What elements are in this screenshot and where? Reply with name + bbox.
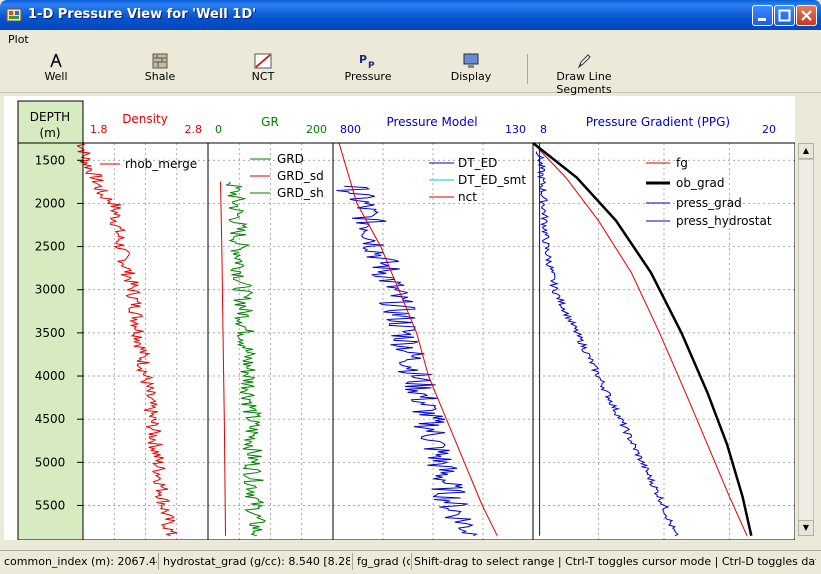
svg-text:P: P xyxy=(359,53,367,66)
toolbar: Well Shale NCT PP Pressure Display Draw … xyxy=(0,48,821,96)
pressure-button[interactable]: PP Pressure xyxy=(340,52,396,83)
maximize-icon xyxy=(778,9,791,22)
menu-plot[interactable]: Plot xyxy=(8,33,29,46)
shale-label: Shale xyxy=(144,70,176,83)
status-fg: fg_grad (c xyxy=(357,555,410,568)
display-icon xyxy=(463,53,479,68)
depth-tick-label: 4000 xyxy=(35,369,66,383)
vertical-scrollbar[interactable]: ▲ ▼ xyxy=(798,143,814,536)
legend-ob-grad: ob_grad xyxy=(676,176,724,190)
scroll-down-button[interactable]: ▼ xyxy=(798,520,814,536)
pressure-model-min-label: 800 xyxy=(340,123,361,136)
status-separator xyxy=(158,553,159,570)
nct-button[interactable]: NCT xyxy=(245,52,281,83)
depth-tick-label: 2500 xyxy=(35,240,66,254)
well-label: Well xyxy=(44,70,68,83)
menu-bar: Plot xyxy=(0,30,821,48)
app-icon xyxy=(6,8,22,22)
density-max-label: 2.8 xyxy=(185,123,203,136)
well-button[interactable]: Well xyxy=(38,52,74,83)
minimize-button[interactable] xyxy=(752,5,773,26)
scroll-down-icon: ▼ xyxy=(802,523,810,532)
status-hint: Shift-drag to select range | Ctrl-T togg… xyxy=(414,555,816,568)
pressure-gradient-max-label: 20 xyxy=(762,123,776,136)
nct-label: NCT xyxy=(251,70,275,83)
depth-tick-label: 5000 xyxy=(35,455,66,469)
depth-tick-label: 5500 xyxy=(35,498,66,512)
pressure-plot[interactable]: DEPTH (m) Density 1.8 2.8 GR 0 200 Press… xyxy=(4,96,796,541)
depth-tick-label: 2000 xyxy=(35,196,66,210)
pressure-model-legend: DT_ED DT_ED_smt nct xyxy=(429,156,526,204)
gr-max-label: 200 xyxy=(306,123,327,136)
depth-tick-label: 1500 xyxy=(35,153,66,167)
series-GRD xyxy=(224,181,266,537)
density-min-label: 1.8 xyxy=(90,123,108,136)
svg-text:P: P xyxy=(368,61,375,70)
legend-grd-sd: GRD_sd xyxy=(277,169,324,183)
legend-grd: GRD xyxy=(277,152,304,166)
plot-area[interactable]: DEPTH (m) Density 1.8 2.8 GR 0 200 Press… xyxy=(4,96,796,541)
depth-header: DEPTH xyxy=(30,110,70,124)
scroll-thumb[interactable] xyxy=(798,159,814,521)
draw-line-segments-button[interactable]: Draw Line Segments xyxy=(532,52,636,96)
depth-unit: (m) xyxy=(39,126,60,140)
legend-press-grad: press_grad xyxy=(676,196,742,210)
draw-line-segments-label: Draw Line Segments xyxy=(556,70,612,96)
window-title: 1-D Pressure View for 'Well 1D' xyxy=(28,7,257,22)
shale-button[interactable]: Shale xyxy=(140,52,180,83)
depth-tick-label: 3500 xyxy=(35,326,66,340)
series-GRD-sd xyxy=(220,181,226,536)
series-DT-ED xyxy=(336,185,479,537)
display-label: Display xyxy=(450,70,492,83)
gr-min-label: 0 xyxy=(215,123,222,136)
legend-nct: nct xyxy=(458,190,477,204)
legend-dt-ed: DT_ED xyxy=(458,156,497,170)
legend-press-hydrostat: press_hydrostat xyxy=(676,214,772,228)
maximize-button[interactable] xyxy=(774,5,795,26)
depth-tick-label: 4500 xyxy=(35,412,66,426)
close-icon xyxy=(801,10,812,21)
nct-icon xyxy=(254,53,272,69)
series-rhob-merge xyxy=(76,142,178,537)
status-separator xyxy=(411,553,412,570)
scroll-up-button[interactable]: ▲ xyxy=(798,143,814,159)
gr-legend: GRD GRD_sd GRD_sh xyxy=(250,152,324,200)
depth-tick-label: 3000 xyxy=(35,283,66,297)
pressure-gradient-legend: fg ob_grad press_grad press_hydrostat xyxy=(646,156,772,228)
pressure-icon: PP xyxy=(359,53,375,70)
pressure-model-max-label: 130 xyxy=(505,123,526,136)
minimize-icon xyxy=(758,18,766,21)
toolbar-separator xyxy=(527,54,528,84)
density-track-title: Density xyxy=(122,112,168,126)
display-button[interactable]: Display xyxy=(448,52,494,83)
legend-grd-sh: GRD_sh xyxy=(277,186,324,200)
close-button[interactable] xyxy=(796,5,817,26)
title-bar[interactable]: 1-D Pressure View for 'Well 1D' xyxy=(0,0,821,30)
legend-fg: fg xyxy=(676,156,688,170)
pressure-gradient-track-title: Pressure Gradient (PPG) xyxy=(586,115,730,129)
pressure-label: Pressure xyxy=(344,70,392,83)
status-hydrostat: hydrostat_grad (g/cc): 8.540 [8.289] xyxy=(163,555,350,568)
pencil-icon xyxy=(577,54,591,69)
status-separator xyxy=(352,553,353,570)
shale-icon xyxy=(152,53,168,69)
pressure-model-track-title: Pressure Model xyxy=(386,115,477,129)
pressure-gradient-min-label: 8 xyxy=(540,123,547,136)
well-icon xyxy=(50,53,62,68)
status-bar: common_index (m): 2067.440 hydrostat_gra… xyxy=(0,550,821,573)
curves xyxy=(76,142,753,537)
legend-rhob-merge: rhob_merge xyxy=(125,157,197,171)
scroll-up-icon: ▲ xyxy=(802,146,810,155)
legend-dt-ed-smt: DT_ED_smt xyxy=(458,173,526,187)
status-common-index: common_index (m): 2067.440 xyxy=(4,555,157,568)
gr-track-title: GR xyxy=(261,115,279,129)
